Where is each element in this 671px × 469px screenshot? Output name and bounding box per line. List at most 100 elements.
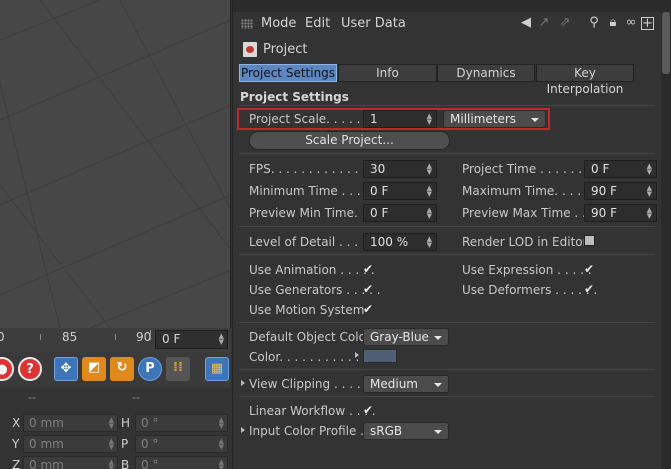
field-value: 0 F bbox=[370, 206, 389, 220]
coord-label: X bbox=[12, 416, 21, 430]
position-x-field[interactable]: 0 mm ▲ ▼ bbox=[23, 414, 118, 432]
timeline-ruler[interactable]: 0 85 90 0 F ▲ ▼ bbox=[0, 328, 231, 352]
drag-grip-icon[interactable] bbox=[241, 19, 253, 29]
position-z-field[interactable]: 0 mm ▲ ▼ bbox=[23, 456, 118, 469]
use-expression-checkbox[interactable]: ✔ bbox=[584, 263, 597, 276]
timeline-tick-label: 90 bbox=[136, 330, 152, 344]
preview-max-label: Preview Max Time . . . bbox=[462, 206, 594, 220]
tab-dynamics[interactable]: Dynamics bbox=[437, 64, 535, 82]
spin-arrows-icon[interactable]: ▲ ▼ bbox=[427, 236, 432, 249]
object-header: Project bbox=[241, 40, 541, 60]
rotation-p-field[interactable]: 0 ° ▲ ▼ bbox=[135, 435, 228, 453]
divider bbox=[239, 322, 655, 323]
default-color-dropdown[interactable]: Gray-Blue bbox=[363, 328, 449, 346]
lock-icon[interactable]: 🔒︎ bbox=[605, 15, 621, 31]
preview-max-field[interactable]: 90 F ▲ ▼ bbox=[584, 204, 657, 222]
tab-bar: Project Settings Info Dynamics Key Inter… bbox=[239, 64, 639, 96]
coordinates-panel: -- -- X 0 mm ▲ ▼ H 0 ° ▲ ▼ Y 0 mm ▲ ▼ P 0 ° ▲ ▼ … bbox=[0, 388, 231, 469]
parameter-button[interactable]: P bbox=[138, 357, 162, 381]
timeline-tick-label: 85 bbox=[62, 330, 78, 344]
position-y-field[interactable]: 0 mm ▲ ▼ bbox=[23, 435, 118, 453]
render-lod-label: Render LOD in Editor bbox=[462, 235, 588, 249]
move-icon: ✥ bbox=[60, 361, 72, 376]
scrollbar-thumb[interactable] bbox=[662, 12, 670, 74]
rotation-h-field[interactable]: 0 ° ▲ ▼ bbox=[135, 414, 228, 432]
linear-workflow-checkbox[interactable]: ✔ bbox=[363, 404, 376, 417]
link-icon[interactable]: ∞ bbox=[623, 15, 639, 31]
fps-field[interactable]: 30 ▲ ▼ bbox=[363, 160, 437, 178]
spin-arrows-icon[interactable]: ▲ ▼ bbox=[109, 438, 114, 451]
project-scale-unit-dropdown[interactable]: Millimeters bbox=[443, 110, 546, 128]
field-value: 30 bbox=[370, 162, 386, 176]
chevron-down-icon bbox=[434, 430, 442, 434]
new-panel-icon[interactable]: + bbox=[641, 17, 654, 30]
spin-arrows-icon[interactable]: ▲ ▼ bbox=[219, 438, 224, 451]
spin-arrows-icon[interactable]: ▲ ▼ bbox=[109, 459, 114, 469]
spin-arrows-icon[interactable]: ▲ ▼ bbox=[109, 417, 114, 430]
spin-arrows-icon[interactable]: ▲ ▼ bbox=[219, 459, 224, 469]
up-arrow-icon[interactable]: ↗ bbox=[536, 15, 552, 31]
vertical-scrollbar[interactable] bbox=[661, 12, 671, 469]
field-value: 0 F bbox=[591, 162, 610, 176]
spin-arrows-icon[interactable]: ▲ ▼ bbox=[647, 163, 652, 176]
expand-triangle-icon[interactable] bbox=[241, 427, 245, 433]
use-expression-label: Use Expression . . . . . bbox=[462, 263, 592, 277]
record-button[interactable]: ● bbox=[0, 357, 14, 381]
scale-tool-button[interactable]: ◩ bbox=[82, 357, 106, 381]
expand-triangle-icon[interactable] bbox=[241, 380, 245, 386]
coord-label: Z bbox=[12, 458, 21, 469]
menu-user-data[interactable]: User Data bbox=[341, 16, 406, 31]
help-button[interactable]: ? bbox=[18, 357, 42, 381]
color-swatch[interactable] bbox=[363, 349, 397, 363]
timeline-tick bbox=[115, 334, 116, 340]
expand-triangle-icon[interactable] bbox=[355, 352, 359, 358]
tab-info[interactable]: Info bbox=[338, 64, 437, 82]
current-frame-field[interactable]: 0 F ▲ ▼ bbox=[155, 330, 228, 349]
maximum-time-field[interactable]: 90 F ▲ ▼ bbox=[584, 182, 657, 200]
panel-top-strip bbox=[233, 0, 671, 12]
tab-key-interpolation[interactable]: Key Interpolation bbox=[536, 64, 634, 96]
spin-arrows-icon[interactable]: ▲ ▼ bbox=[647, 207, 652, 220]
chevron-down-icon bbox=[434, 383, 442, 387]
spin-arrows-icon[interactable]: ▲ ▼ bbox=[647, 185, 652, 198]
spin-arrows-icon[interactable]: ▲ ▼ bbox=[427, 185, 432, 198]
level-of-detail-field[interactable]: 100 % ▲ ▼ bbox=[363, 233, 437, 251]
render-lod-checkbox[interactable] bbox=[584, 235, 595, 246]
use-motion-checkbox[interactable]: ✔ bbox=[363, 303, 376, 316]
menu-edit[interactable]: Edit bbox=[305, 16, 330, 31]
field-value: 100 % bbox=[370, 235, 409, 249]
spin-arrows-icon[interactable]: ▲ ▼ bbox=[427, 163, 432, 176]
viewport-grid bbox=[0, 0, 230, 328]
input-color-profile-dropdown[interactable]: sRGB bbox=[363, 422, 449, 440]
scale-project-button[interactable]: Scale Project... bbox=[249, 131, 450, 150]
use-generators-checkbox[interactable]: ✔ bbox=[363, 283, 376, 296]
use-animation-checkbox[interactable]: ✔ bbox=[363, 263, 376, 276]
search-icon[interactable]: ⚲ bbox=[586, 15, 602, 31]
spin-arrows-icon[interactable]: ▲ ▼ bbox=[427, 113, 432, 126]
preview-min-field[interactable]: 0 F ▲ ▼ bbox=[363, 204, 437, 222]
viewport[interactable] bbox=[0, 0, 231, 328]
forward-arrow-icon[interactable]: ⇗ bbox=[557, 15, 573, 31]
color-label: Color. . . . . . . . . . . . bbox=[249, 350, 367, 364]
film-button[interactable]: ▦ bbox=[205, 357, 229, 381]
menu-mode[interactable]: Mode bbox=[261, 16, 296, 31]
use-deformers-checkbox[interactable]: ✔ bbox=[584, 283, 597, 296]
tab-project-settings[interactable]: Project Settings bbox=[239, 64, 337, 82]
point-level-button[interactable]: ⁞⁞ bbox=[166, 357, 190, 381]
spin-arrows-icon[interactable]: ▲ ▼ bbox=[427, 207, 432, 220]
view-clipping-dropdown[interactable]: Medium bbox=[363, 375, 449, 393]
project-time-field[interactable]: 0 F ▲ ▼ bbox=[584, 160, 657, 178]
object-title: Project bbox=[263, 42, 308, 57]
divider bbox=[239, 153, 655, 154]
coord-row: X 0 mm ▲ ▼ H 0 ° ▲ ▼ bbox=[0, 414, 231, 433]
spin-arrows-icon[interactable]: ▲ ▼ bbox=[219, 417, 224, 430]
rotation-b-field[interactable]: 0 ° ▲ ▼ bbox=[135, 456, 228, 469]
rotate-tool-button[interactable]: ↻ bbox=[110, 357, 134, 381]
move-tool-button[interactable]: ✥ bbox=[54, 357, 78, 381]
divider bbox=[239, 254, 655, 255]
project-scale-field[interactable]: 1 ▲ ▼ bbox=[363, 110, 437, 128]
spin-arrows-icon[interactable]: ▲ ▼ bbox=[219, 333, 224, 346]
back-arrow-icon[interactable]: ◀ bbox=[516, 15, 536, 31]
minimum-time-field[interactable]: 0 F ▲ ▼ bbox=[363, 182, 437, 200]
coord-value: 0 ° bbox=[141, 416, 159, 430]
